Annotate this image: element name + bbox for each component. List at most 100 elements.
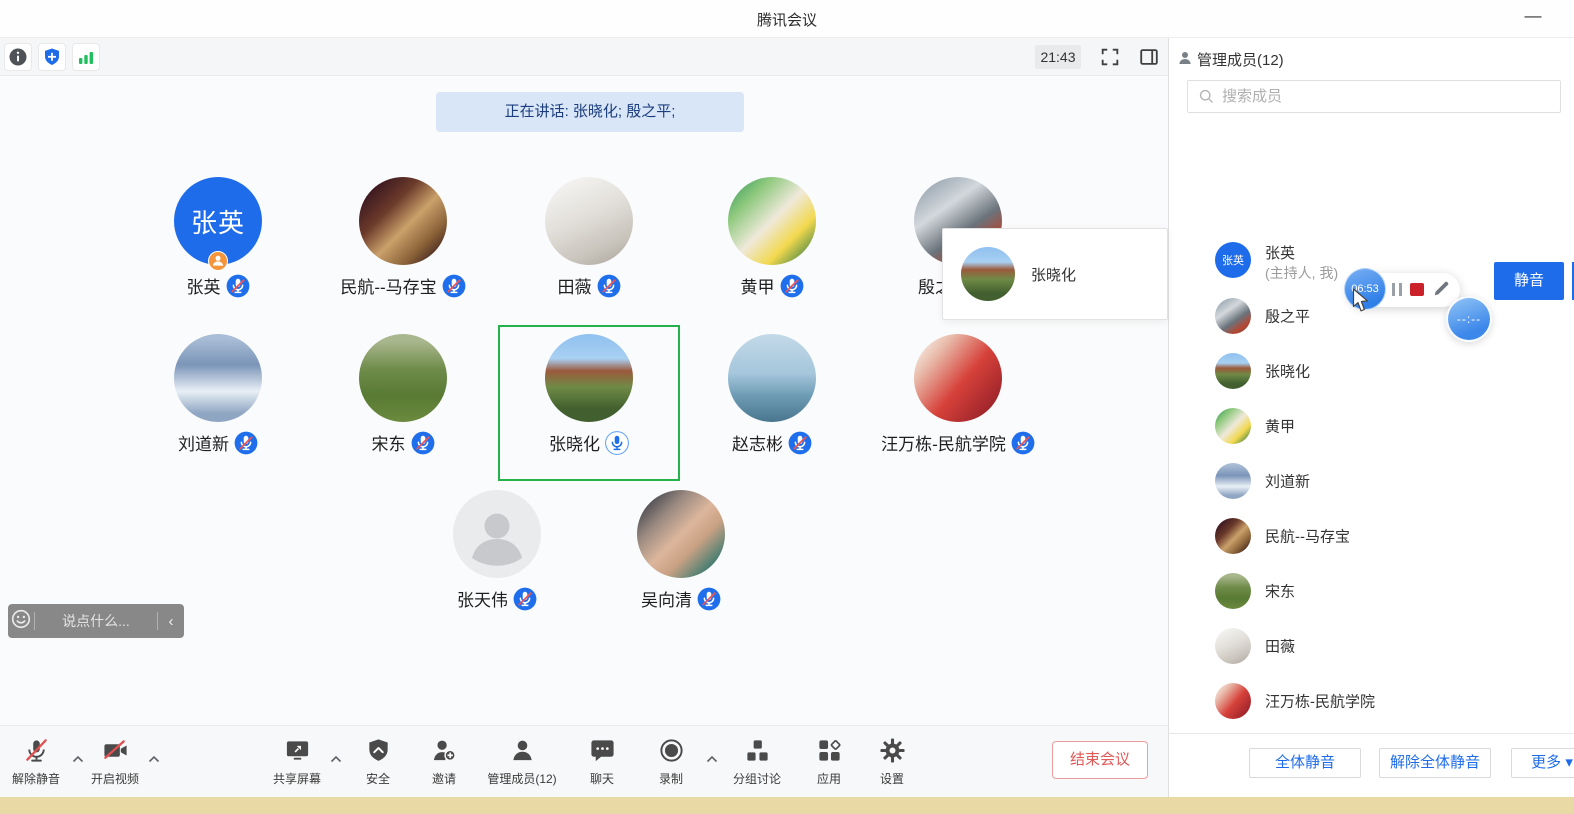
mic-status-icon [226,274,250,298]
toolbar-settings-button[interactable]: 设置 [852,737,932,787]
placeholder-person-icon [453,490,541,578]
participant-tile-speaking[interactable]: 张晓化 [498,334,680,455]
more-button[interactable]: 更多 ▾ [1511,748,1574,778]
member-name: 民航--马存宝 [1265,526,1350,547]
toolbar-label: 管理成员(12) [487,770,556,787]
member-avatar [1215,298,1251,334]
participant-tile[interactable]: 黄甲 [681,177,863,298]
toolbar-invite-button[interactable]: 邀请 [404,737,484,787]
participant-name: 田薇 [558,273,592,298]
toolbar-chat-button[interactable]: 聊天 [562,737,642,787]
participant-name: 张天伟 [457,586,508,611]
participant-tile[interactable]: 田薇 [498,177,680,298]
window-title: 腾讯会议 [0,9,1574,30]
mute-member-button[interactable]: 静音 [1494,262,1564,300]
avatar [545,177,633,265]
floating-timer-bubble[interactable]: --:-- [1446,296,1492,342]
participant-name: 民航--马存宝 [340,273,436,298]
unmute-all-button[interactable]: 解除全体静音 [1379,748,1491,778]
active-speaker-banner: 正在讲话: 张晓化; 殷之平; [436,92,744,132]
member-avatar [1215,573,1251,609]
participant-tooltip-card: 张晓化 [942,228,1168,320]
member-search-input[interactable] [1222,88,1560,105]
avatar [453,490,541,578]
member-row[interactable]: 张晓化 [1169,349,1574,393]
toolbar-breakout-button[interactable]: 分组讨论 [717,737,797,787]
member-panel: 管理成员(12) 张英 张英 (主持人, 我) 殷之平 张晓化 黄甲 [1168,38,1574,797]
member-avatar [1215,408,1251,444]
participant-tile[interactable]: 刘道新 [127,334,309,455]
mic-status-icon [234,431,258,455]
bottom-toolbar: 解除静音 开启视频 共享屏幕 安全 邀请 管理成员(12) 聊天 [0,725,1168,797]
security-shield-button[interactable] [38,43,66,71]
participant-name: 汪万栋-民航学院 [881,430,1006,455]
participant-name: 张晓化 [549,430,600,455]
toolbar-manage-members-button[interactable]: 管理成员(12) [474,737,570,787]
participant-tile[interactable]: 张英 张英 [127,177,309,298]
meeting-info-button[interactable] [4,43,32,71]
avatar [545,334,633,422]
breakout-rooms-icon [744,737,771,764]
emoji-icon[interactable] [8,609,34,633]
caret-down-icon: ▾ [1565,754,1573,771]
minimize-button[interactable]: — [1516,2,1550,32]
fullscreen-button[interactable] [1098,45,1122,69]
avatar-initials: 张英 [1215,242,1251,278]
meeting-window: 腾讯会议 — 21:43 正在讲话: 张晓化; 殷之平; 张英 [0,0,1574,814]
taskbar-strip [0,797,1574,814]
participant-tile[interactable]: 汪万栋-民航学院 [867,334,1049,455]
chat-quick-input[interactable]: 说点什么... ‹ [8,604,184,638]
mic-status-icon [411,431,435,455]
member-row[interactable]: 民航--马存宝 [1169,514,1574,558]
member-avatar [1215,628,1251,664]
shield-plus-icon [42,47,62,67]
member-search-box[interactable] [1187,80,1561,113]
mute-all-button[interactable]: 全体静音 [1249,748,1361,778]
end-meeting-button[interactable]: 结束会议 [1052,741,1148,779]
layout-toggle-button[interactable] [1137,45,1161,69]
invite-person-icon [431,737,458,764]
participant-tile[interactable]: 民航--马存宝 [312,177,494,298]
network-quality-button[interactable] [72,43,100,71]
avatar [637,490,725,578]
participant-tile[interactable]: 宋东 [312,334,494,455]
member-name: 刘道新 [1265,471,1310,492]
edit-pencil-button[interactable] [1432,280,1450,298]
participant-name: 赵志彬 [732,430,783,455]
member-row[interactable]: 刘道新 [1169,459,1574,503]
toolbar-record-button[interactable]: 录制 [631,737,711,787]
member-row[interactable]: 田薇 [1169,624,1574,668]
participant-name: 刘道新 [178,430,229,455]
pause-recording-button[interactable] [1392,283,1402,296]
participant-tile[interactable]: 张天伟 [406,490,588,611]
member-name: 田薇 [1265,636,1295,657]
stop-recording-button[interactable] [1410,283,1424,296]
side-panel-icon [1138,46,1160,68]
toolbar-label: 应用 [817,770,841,787]
video-grid-area: 正在讲话: 张晓化; 殷之平; 张英 张英 民航--马存宝 田薇 黄甲 殷之平 [0,76,1168,725]
member-avatar [1215,518,1251,554]
mic-status-icon [780,274,804,298]
toolbar-label: 开启视频 [91,770,139,787]
collapse-chevron-icon[interactable]: ‹ [158,613,184,630]
member-row[interactable]: 宋东 [1169,569,1574,613]
member-row[interactable]: 黄甲 [1169,404,1574,448]
video-options-chevron[interactable] [148,750,160,758]
toolbar-unmute-button[interactable]: 解除静音 [0,737,76,787]
more-label: 更多 [1531,754,1561,771]
share-screen-icon [284,737,311,764]
mic-status-icon [788,431,812,455]
search-icon [1198,88,1215,105]
member-avatar [1215,353,1251,389]
toolbar-share-screen-button[interactable]: 共享屏幕 [257,737,337,787]
status-strip: 21:43 [0,38,1168,76]
member-name: 殷之平 [1265,306,1310,327]
participant-tile[interactable]: 吴向清 [590,490,772,611]
toolbar-label: 邀请 [432,770,456,787]
toolbar-start-video-button[interactable]: 开启视频 [75,737,155,787]
member-row[interactable]: 汪万栋-民航学院 [1169,679,1574,723]
mic-active-icon [605,431,629,455]
members-person-icon [509,737,536,764]
chat-placeholder[interactable]: 说点什么... [35,611,157,631]
participant-tile[interactable]: 赵志彬 [681,334,863,455]
